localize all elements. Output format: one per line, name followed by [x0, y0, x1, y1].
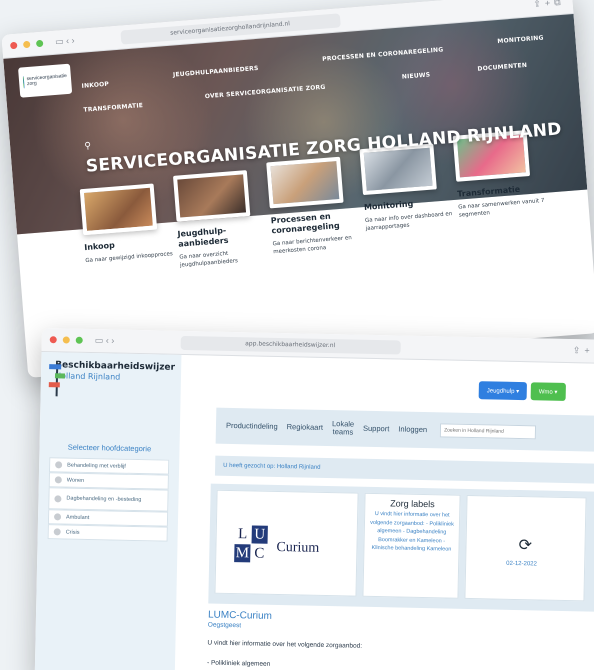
nav-monitoring[interactable]: MONITORING [497, 34, 544, 45]
provider-panel: L U M C Curium Zorg labels U vindt hier … [208, 483, 594, 612]
nav-inkoop[interactable]: INKOOP [81, 81, 109, 90]
logo-word: Curium [276, 539, 320, 556]
radio-icon [54, 476, 62, 484]
card-text: Ga naar info over dashboard en jaarrappo… [364, 211, 453, 232]
category-dagbehandeling[interactable]: Dagbehandeling en -besteding [48, 487, 169, 512]
care-labels-text: U vindt hier informatie over het volgend… [370, 511, 454, 553]
maximize-window-button[interactable] [75, 336, 83, 344]
update-date: 02-12-2022 [506, 560, 537, 568]
card-processen[interactable]: Processen en coronaregeling Ga naar beri… [266, 156, 363, 256]
brand-region: Holland Rijnland [54, 371, 121, 382]
signpost-icon [48, 360, 66, 397]
nav-transformatie[interactable]: TRANSFORMATIE [83, 102, 143, 114]
logo-text: serviceorganisatie zorg [26, 72, 68, 88]
close-window-button[interactable] [49, 336, 57, 344]
browser-window-serviceorganisatie: ▭ ‹ › serviceorganisatiezorghollandrijnl… [1, 0, 594, 378]
radio-icon [55, 461, 63, 469]
nav-support[interactable]: Support [363, 424, 389, 434]
card-image-inkoop [79, 183, 158, 236]
card-title: Transformatie [456, 184, 521, 199]
nav-productindeling[interactable]: Productindeling [226, 421, 278, 431]
card-inkoop[interactable]: Inkoop Ga naar gewijzigd inkoopproces [79, 183, 175, 266]
card-monitoring[interactable]: Monitoring Ga naar info over dashboard e… [359, 143, 456, 233]
search-input[interactable] [439, 423, 537, 440]
card-image-jeugdhulp [172, 170, 251, 222]
sidebar-back-forward-icons[interactable]: ▭ ‹ › [95, 335, 115, 346]
provider-logo-tile[interactable]: L U M C Curium [214, 489, 359, 597]
radio-icon [54, 494, 62, 502]
category-label: Dagbehandeling en -besteding [66, 495, 142, 504]
radio-icon [53, 528, 61, 536]
close-window-button[interactable] [9, 41, 18, 50]
card-text: Ga naar berichtenverkeer en meerkosten c… [272, 235, 352, 255]
nav-regiokaart[interactable]: Regiokaart [287, 422, 323, 432]
nav-processen[interactable]: PROCESSEN EN CORONAREGELING [322, 46, 444, 63]
nav-lokale-teams[interactable]: Lokale teams [332, 419, 354, 437]
category-label: Ambulant [65, 514, 90, 521]
update-tile: ⟳ 02-12-2022 [464, 494, 587, 602]
logo-letter: C [251, 544, 268, 563]
card-jeugdhulpaanbieders[interactable]: Jeugdhulp-aanbieders Ga naar overzicht j… [172, 170, 270, 270]
category-label: Crisis [65, 529, 80, 536]
card-transformatie[interactable]: Transformatie Ga naar samenwerken vanuit… [452, 130, 549, 220]
share-newtab-icons[interactable]: ⇪+ [573, 345, 594, 356]
select-category-heading: Selecteer hoofdcategorie [67, 442, 152, 454]
care-labels-tile: Zorg labels U vindt hier informatie over… [362, 492, 461, 599]
category-crisis[interactable]: Crisis [47, 524, 168, 542]
app-body: Beschikbaarheidswijzer Holland Rijnland … [34, 351, 594, 670]
nav-inloggen[interactable]: Inloggen [398, 424, 427, 434]
wmo-dropdown-button[interactable]: Wmo ▾ [530, 382, 566, 401]
sidebar: Beschikbaarheidswijzer Holland Rijnland … [34, 351, 182, 670]
nav-jeugdhulpaanbieders[interactable]: JEUGDHULPAANBIEDERS [173, 65, 259, 79]
jeugdhulp-dropdown-button[interactable]: Jeugdhulp ▾ [478, 381, 528, 401]
minimize-window-button[interactable] [22, 40, 31, 49]
provider-service-item: - Polikliniek algemeen [206, 659, 271, 668]
card-title: Processen en coronaregeling [270, 211, 340, 236]
minimize-window-button[interactable] [62, 336, 70, 344]
card-text: Ga naar samenwerken vanuit 7 segmenten [458, 197, 545, 219]
logo-letter: M [234, 544, 251, 563]
radio-icon [53, 513, 62, 521]
card-title: Inkoop [83, 240, 116, 253]
maximize-window-button[interactable] [35, 39, 44, 48]
logo-letter: L [234, 525, 251, 544]
card-text: Ga naar gewijzigd inkoopproces [85, 251, 174, 265]
refresh-icon[interactable]: ⟳ [518, 535, 532, 554]
nav-over-serviceorganisatie[interactable]: OVER SERVICEORGANISATIE ZORG [205, 84, 326, 100]
address-bar[interactable]: app.beschikbaarheidswijzer.nl [180, 335, 401, 355]
top-navigation: Productindeling Regiokaart Lokale teams S… [215, 407, 594, 452]
search-icon[interactable]: ⚲ [84, 140, 91, 151]
browser-window-beschikbaarheidswijzer: ▭ ‹ › app.beschikbaarheidswijzer.nl ⇪+ B… [34, 328, 594, 670]
provider-info: U vindt hier informatie over het volgend… [207, 639, 363, 650]
lumc-logo: L U M C [234, 525, 268, 563]
care-labels-title: Zorg labels [390, 498, 435, 510]
category-label: Wonen [66, 477, 85, 484]
logo-mark-icon [22, 76, 25, 89]
site-logo[interactable]: serviceorganisatie zorg [18, 63, 73, 98]
card-title: Jeugdhulp-aanbieders [177, 225, 229, 249]
category-label: Behandeling met verblijf [67, 462, 126, 470]
logo-letter: U [251, 525, 268, 544]
provider-name-link[interactable]: LUMC-Curium [208, 610, 272, 622]
nav-nieuws[interactable]: NIEUWS [402, 71, 431, 80]
main-content: Jeugdhulp ▾ Wmo ▾ Productindeling Regiok… [185, 355, 594, 670]
service-cards: Inkoop Ga naar gewijzigd inkoopproces Je… [71, 130, 576, 345]
nav-documenten[interactable]: DOCUMENTEN [477, 62, 527, 73]
sidebar-back-forward-icons[interactable]: ▭ ‹ › [55, 35, 75, 47]
nav-lokale-line2: teams [332, 427, 354, 437]
app-logo[interactable]: Beschikbaarheidswijzer Holland Rijnland [40, 352, 181, 407]
search-breadcrumb: U heeft gezocht op: Holland Rijnland [214, 455, 594, 484]
card-title: Monitoring [363, 199, 414, 213]
share-newtab-tabs-icons[interactable]: ⇪+⧉ [533, 0, 565, 10]
provider-city: Oegstgeest [207, 621, 242, 630]
card-image-processen [266, 156, 344, 209]
card-text: Ga naar overzicht jeugdhulpaanbieders [179, 250, 239, 269]
